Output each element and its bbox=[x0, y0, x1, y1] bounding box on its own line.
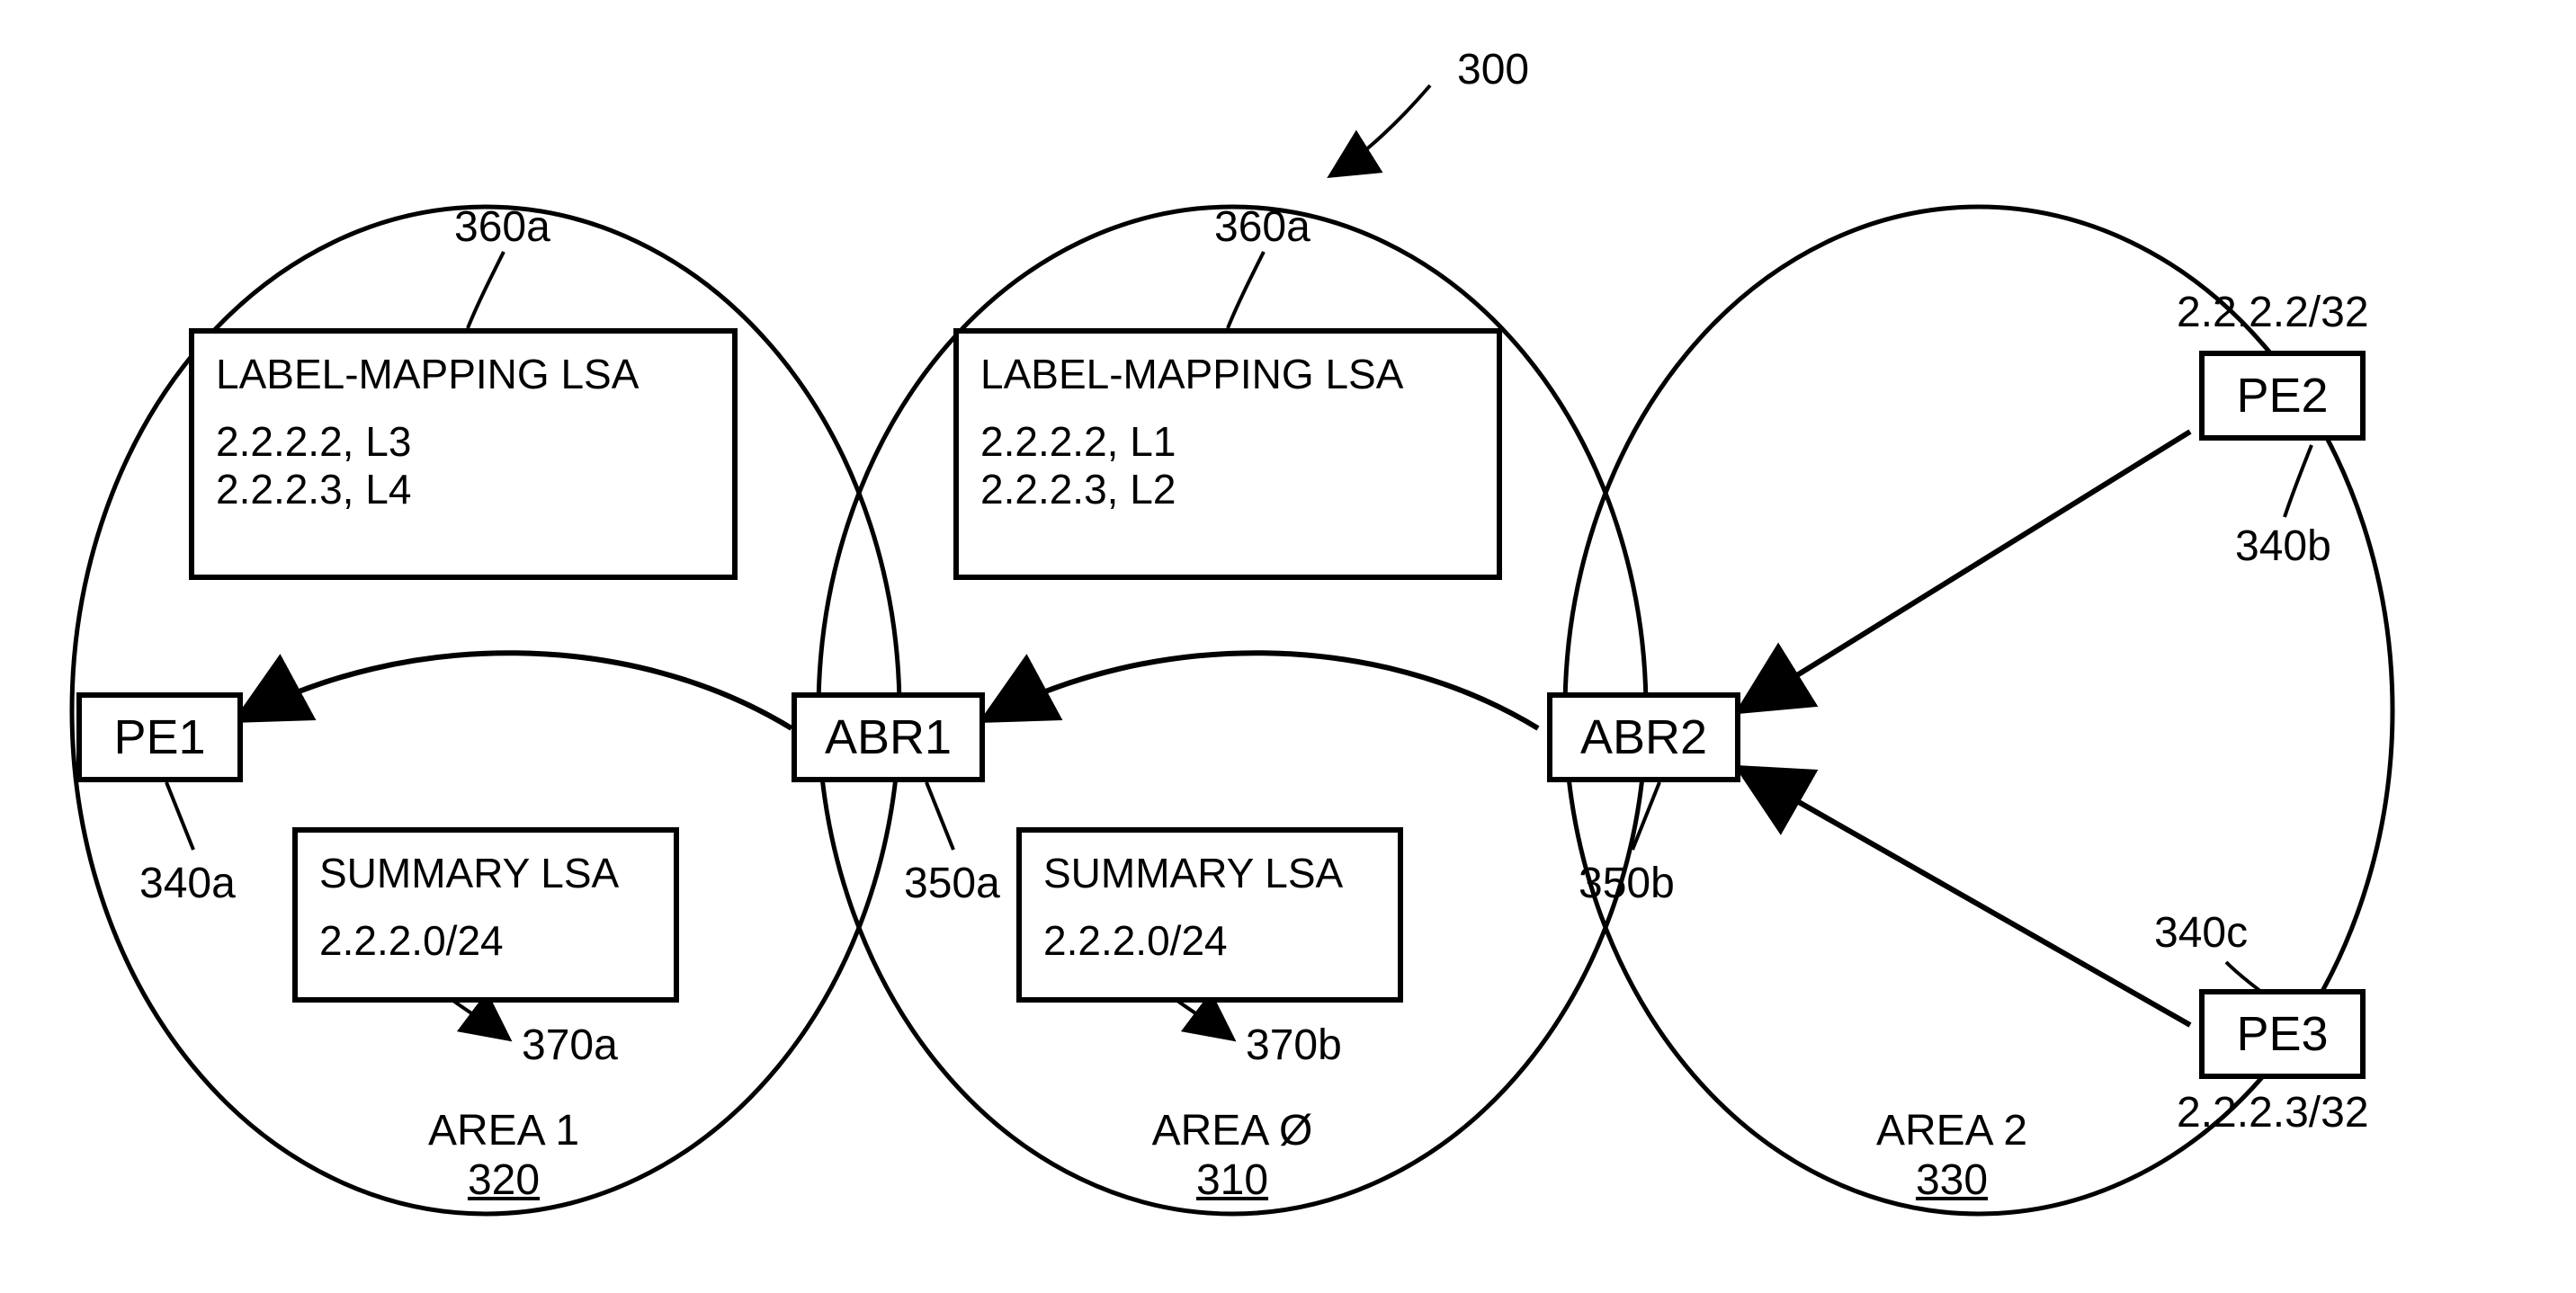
node-pe2: PE2 bbox=[2199, 351, 2366, 441]
area-0-label: AREA Ø 310 bbox=[1142, 1106, 1322, 1205]
ref-360a-mid: 360a bbox=[1214, 202, 1310, 252]
lsa-title: LABEL-MAPPING LSA bbox=[216, 350, 711, 398]
leader-350b bbox=[1632, 782, 1659, 850]
ref-350a: 350a bbox=[904, 859, 1000, 908]
node-abr2: ABR2 bbox=[1547, 692, 1740, 782]
area-1-label: AREA 1 320 bbox=[414, 1106, 594, 1205]
lsa-line-1: 2.2.2.2, L1 bbox=[980, 418, 1475, 466]
ref-370a: 370a bbox=[522, 1021, 618, 1070]
lsa-title: LABEL-MAPPING LSA bbox=[980, 350, 1475, 398]
summary-prefix: 2.2.2.0/24 bbox=[319, 917, 652, 965]
node-pe3: PE3 bbox=[2199, 989, 2366, 1079]
leader-340a bbox=[166, 782, 193, 850]
node-abr1: ABR1 bbox=[792, 692, 985, 782]
area-1-id: 320 bbox=[414, 1155, 594, 1205]
ip-pe2: 2.2.2.2/32 bbox=[2177, 288, 2369, 337]
label-mapping-lsa-left: LABEL-MAPPING LSA 2.2.2.2, L3 2.2.2.3, L… bbox=[189, 328, 738, 580]
figure-id: 300 bbox=[1457, 45, 1529, 94]
lsa-line-2: 2.2.2.3, L2 bbox=[980, 466, 1475, 513]
summary-lsa-mid: SUMMARY LSA 2.2.2.0/24 bbox=[1016, 827, 1403, 1003]
ref-340a: 340a bbox=[139, 859, 236, 908]
ref-350b: 350b bbox=[1579, 859, 1675, 908]
lsa-line-1: 2.2.2.2, L3 bbox=[216, 418, 711, 466]
leader-360a-left bbox=[468, 252, 504, 328]
leader-360a-mid bbox=[1228, 252, 1264, 328]
diagram-stage: 300 360a 360a LABEL-MAPPING LSA 2.2.2.2,… bbox=[0, 0, 2576, 1293]
ip-pe3: 2.2.2.3/32 bbox=[2177, 1088, 2369, 1137]
arrow-abr2-abr1 bbox=[985, 653, 1538, 728]
area-2-name: AREA 2 bbox=[1876, 1107, 2027, 1155]
leader-340b bbox=[2285, 445, 2312, 517]
ref-370b: 370b bbox=[1246, 1021, 1342, 1070]
area-2-label: AREA 2 330 bbox=[1862, 1106, 2042, 1205]
summary-prefix: 2.2.2.0/24 bbox=[1043, 917, 1376, 965]
ref-360a-left: 360a bbox=[454, 202, 550, 252]
label-mapping-lsa-mid: LABEL-MAPPING LSA 2.2.2.2, L1 2.2.2.3, L… bbox=[953, 328, 1502, 580]
area-2-id: 330 bbox=[1862, 1155, 2042, 1205]
lsa-line-2: 2.2.2.3, L4 bbox=[216, 466, 711, 513]
area-1-name: AREA 1 bbox=[428, 1107, 579, 1155]
ref-340c: 340c bbox=[2154, 908, 2248, 958]
arrow-pe3-abr2 bbox=[1740, 769, 2190, 1025]
leader-370a bbox=[450, 998, 508, 1039]
leader-350a bbox=[926, 782, 953, 850]
area-0-id: 310 bbox=[1142, 1155, 1322, 1205]
leader-370b bbox=[1174, 998, 1232, 1039]
node-pe1: PE1 bbox=[76, 692, 243, 782]
summary-title: SUMMARY LSA bbox=[1043, 849, 1376, 897]
arrow-abr1-pe1 bbox=[238, 653, 792, 728]
arrow-pe2-abr2 bbox=[1740, 432, 2190, 710]
ref-340b: 340b bbox=[2235, 522, 2331, 571]
summary-lsa-left: SUMMARY LSA 2.2.2.0/24 bbox=[292, 827, 679, 1003]
area-0-name: AREA Ø bbox=[1152, 1107, 1313, 1155]
figure-id-leader bbox=[1331, 85, 1430, 175]
summary-title: SUMMARY LSA bbox=[319, 849, 652, 897]
